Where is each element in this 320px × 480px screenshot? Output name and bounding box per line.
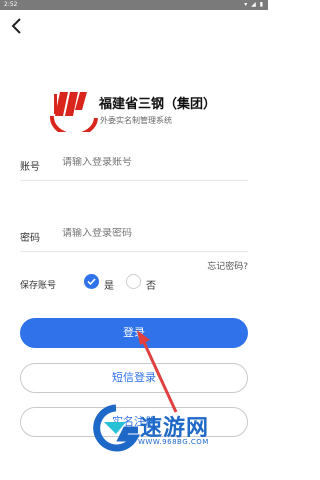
company-logo bbox=[49, 92, 98, 132]
check-icon bbox=[87, 278, 96, 286]
save-account-no-radio[interactable] bbox=[126, 274, 141, 289]
account-input[interactable] bbox=[62, 157, 242, 168]
forgot-password-link[interactable]: 忘记密码? bbox=[207, 259, 248, 272]
account-label: 账号 bbox=[20, 162, 40, 173]
account-divider bbox=[20, 180, 248, 181]
status-time: 2:52 bbox=[4, 1, 18, 8]
brand-title: 福建省三钢（集团） bbox=[99, 97, 217, 112]
save-account-yes-label: 是 bbox=[104, 281, 114, 292]
save-account-yes-radio[interactable] bbox=[84, 274, 99, 289]
password-input[interactable] bbox=[62, 228, 242, 239]
sms-login-button[interactable]: 短信登录 bbox=[20, 363, 248, 393]
back-arrow-icon[interactable] bbox=[10, 16, 24, 36]
save-account-no-label: 否 bbox=[146, 281, 156, 292]
status-icons: ▾ ◢ ▮ bbox=[244, 1, 264, 8]
save-account-label: 保存账号 bbox=[20, 281, 57, 291]
watermark-url: WWW.968BG.COM bbox=[138, 438, 209, 446]
password-label: 密码 bbox=[20, 233, 40, 244]
login-button[interactable]: 登录 bbox=[20, 318, 248, 348]
password-divider bbox=[20, 251, 248, 252]
status-bar: 2:52 ▾ ◢ ▮ bbox=[0, 0, 268, 10]
brand-subtitle: 外委实名制管理系统 bbox=[100, 116, 172, 125]
